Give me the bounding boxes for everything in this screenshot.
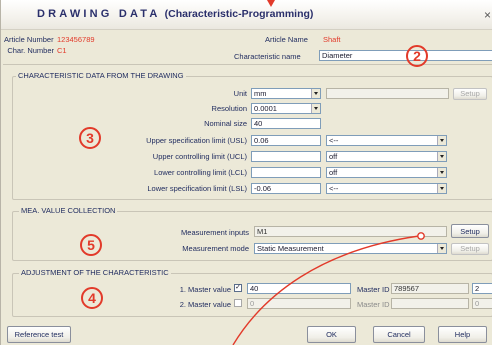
annotation-curve-line xyxy=(232,235,420,345)
annotation-curve xyxy=(232,232,425,345)
drawing-data-window: DRAWING DATA (Characteristic-Programming… xyxy=(0,0,492,345)
annotation-curve-endpoint xyxy=(417,232,425,240)
